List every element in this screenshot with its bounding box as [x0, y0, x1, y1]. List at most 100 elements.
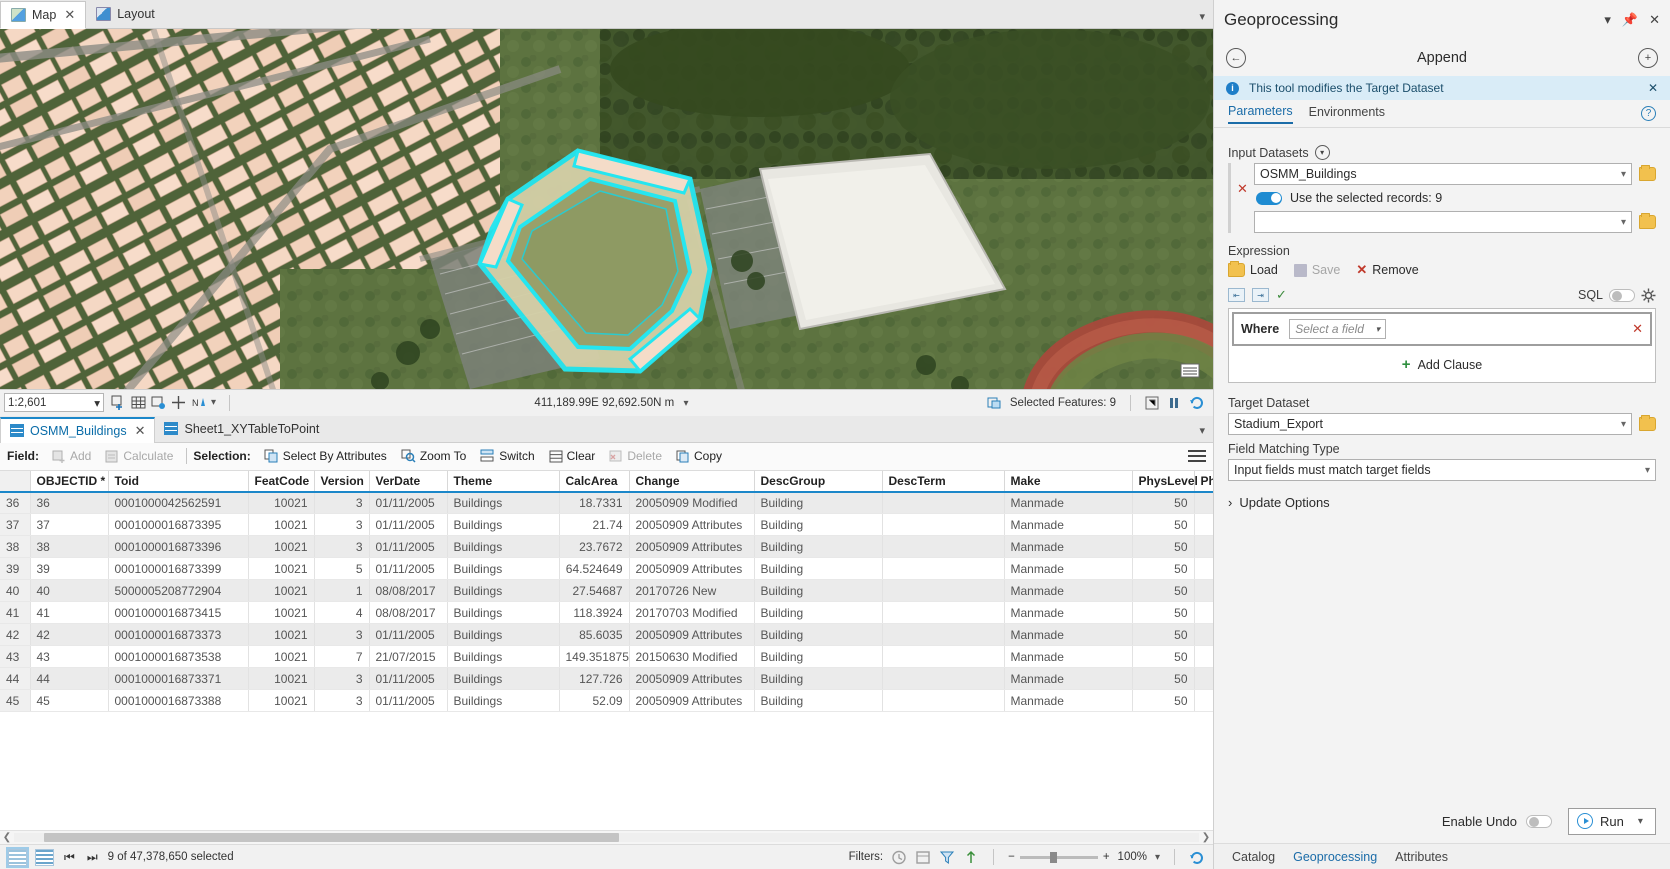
- row-number[interactable]: 44: [0, 668, 30, 690]
- table-cell[interactable]: [1194, 690, 1213, 712]
- table-cell[interactable]: 0001000016873373: [108, 624, 248, 646]
- grid-icon[interactable]: [131, 395, 146, 410]
- table-cell[interactable]: 118.3924: [559, 602, 629, 624]
- switch-selection-button[interactable]: Switch: [473, 449, 541, 463]
- row-number[interactable]: 39: [0, 558, 30, 580]
- table-cell[interactable]: 7: [314, 646, 369, 668]
- input-dataset-combo-empty[interactable]: ▾: [1254, 211, 1632, 233]
- close-icon[interactable]: ✕: [135, 423, 146, 439]
- table-cell[interactable]: Manmade: [1004, 492, 1132, 514]
- add-icon[interactable]: +: [1638, 48, 1658, 68]
- table-cell[interactable]: 50: [1132, 646, 1194, 668]
- filter-clock-icon[interactable]: [891, 850, 907, 865]
- measure-icon[interactable]: [171, 395, 186, 410]
- table-cell[interactable]: 20150630 Modified: [629, 646, 754, 668]
- update-options-expander[interactable]: › Update Options: [1228, 495, 1656, 510]
- table-cell[interactable]: 50: [1132, 580, 1194, 602]
- table-cell[interactable]: 20170726 New: [629, 580, 754, 602]
- table-cell[interactable]: 50: [1132, 536, 1194, 558]
- table-zoom-slider[interactable]: − +: [1008, 851, 1109, 863]
- table-cell[interactable]: 20050909 Attributes: [629, 514, 754, 536]
- table-cell[interactable]: 37: [30, 514, 108, 536]
- table-cell[interactable]: 3: [314, 492, 369, 514]
- add-field-button[interactable]: Add: [45, 449, 98, 463]
- table-cell[interactable]: Building: [754, 668, 882, 690]
- pause-drawing-icon[interactable]: [1167, 396, 1181, 410]
- use-selected-records-toggle[interactable]: [1256, 192, 1282, 205]
- table-cell[interactable]: 5000005208772904: [108, 580, 248, 602]
- table-row[interactable]: 3737000100001687339510021301/11/2005Buil…: [0, 514, 1213, 536]
- column-header-objectid[interactable]: OBJECTID *: [30, 471, 108, 492]
- table-cell[interactable]: 45: [30, 690, 108, 712]
- zoom-to-button[interactable]: Zoom To: [394, 449, 473, 463]
- table-cell[interactable]: Buildings: [447, 690, 559, 712]
- table-cell[interactable]: 3: [314, 668, 369, 690]
- add-clause-button[interactable]: + Add Clause: [1229, 349, 1655, 382]
- table-cell[interactable]: Building: [754, 580, 882, 602]
- table-cell[interactable]: 01/11/2005: [369, 668, 447, 690]
- add-bookmark-icon[interactable]: [111, 395, 126, 410]
- table-cell[interactable]: [1194, 514, 1213, 536]
- table-cell[interactable]: [882, 536, 1004, 558]
- table-row[interactable]: 3838000100001687339610021301/11/2005Buil…: [0, 536, 1213, 558]
- table-horizontal-scrollbar[interactable]: ❮ ❯: [0, 830, 1213, 844]
- table-row[interactable]: 3636000100004256259110021301/11/2005Buil…: [0, 492, 1213, 514]
- select-by-attributes-button[interactable]: Select By Attributes: [257, 449, 394, 463]
- column-header-theme[interactable]: Theme: [447, 471, 559, 492]
- table-cell[interactable]: 0001000016873399: [108, 558, 248, 580]
- table-tab-sheet1-xytabletopoint[interactable]: Sheet1_XYTableToPoint: [155, 416, 328, 442]
- table-cell[interactable]: 10021: [248, 624, 314, 646]
- table-cell[interactable]: [1194, 580, 1213, 602]
- table-cell[interactable]: Buildings: [447, 492, 559, 514]
- table-cell[interactable]: Manmade: [1004, 536, 1132, 558]
- table-cell[interactable]: Buildings: [447, 624, 559, 646]
- table-cell[interactable]: [1194, 668, 1213, 690]
- table-cell[interactable]: 08/08/2017: [369, 580, 447, 602]
- table-tab-osmm-buildings[interactable]: OSMM_Buildings ✕: [0, 417, 155, 443]
- table-cell[interactable]: 41: [30, 602, 108, 624]
- table-cell[interactable]: Manmade: [1004, 602, 1132, 624]
- gear-icon[interactable]: [1641, 288, 1656, 303]
- table-cell[interactable]: [882, 580, 1004, 602]
- table-cell[interactable]: 50: [1132, 602, 1194, 624]
- table-cell[interactable]: Buildings: [447, 602, 559, 624]
- calculate-field-button[interactable]: Calculate: [98, 449, 180, 463]
- table-cell[interactable]: Manmade: [1004, 624, 1132, 646]
- table-cell[interactable]: 10021: [248, 602, 314, 624]
- table-cell[interactable]: Building: [754, 558, 882, 580]
- table-cell[interactable]: Building: [754, 624, 882, 646]
- run-button[interactable]: Run ▾: [1568, 808, 1656, 835]
- table-cell[interactable]: 10021: [248, 580, 314, 602]
- attribute-table[interactable]: OBJECTID *ToidFeatCodeVersionVerDateThem…: [0, 471, 1213, 831]
- column-header-physlevel[interactable]: PhysLevel: [1132, 471, 1194, 492]
- table-cell[interactable]: 39: [30, 558, 108, 580]
- table-cell[interactable]: 40: [30, 580, 108, 602]
- column-header-descterm[interactable]: DescTerm: [882, 471, 1004, 492]
- table-cell[interactable]: 50: [1132, 624, 1194, 646]
- table-cell[interactable]: [1194, 646, 1213, 668]
- table-cell[interactable]: 20050909 Attributes: [629, 536, 754, 558]
- row-number[interactable]: 36: [0, 492, 30, 514]
- table-cell[interactable]: 10021: [248, 668, 314, 690]
- tab-catalog[interactable]: Catalog: [1232, 850, 1275, 864]
- filter-sort-icon[interactable]: [963, 850, 979, 865]
- table-cell[interactable]: 08/08/2017: [369, 602, 447, 624]
- row-number[interactable]: 43: [0, 646, 30, 668]
- tab-geoprocessing[interactable]: Geoprocessing: [1293, 850, 1377, 864]
- table-cell[interactable]: 50: [1132, 558, 1194, 580]
- chevron-down-icon[interactable]: ▾: [1199, 10, 1205, 23]
- remove-input-icon[interactable]: ✕: [1237, 163, 1248, 197]
- table-cell[interactable]: 3: [314, 514, 369, 536]
- table-cell[interactable]: Building: [754, 690, 882, 712]
- table-cell[interactable]: 01/11/2005: [369, 492, 447, 514]
- zoom-thumb[interactable]: [1050, 852, 1057, 863]
- chevron-down-icon[interactable]: ▾: [683, 398, 688, 409]
- table-cell[interactable]: Buildings: [447, 536, 559, 558]
- table-row[interactable]: 4242000100001687337310021301/11/2005Buil…: [0, 624, 1213, 646]
- filter-extent-icon[interactable]: [915, 850, 931, 865]
- column-header-verdate[interactable]: VerDate: [369, 471, 447, 492]
- table-cell[interactable]: 0001000016873371: [108, 668, 248, 690]
- enable-undo-toggle[interactable]: [1526, 815, 1552, 828]
- table-cell[interactable]: 149.351875: [559, 646, 629, 668]
- zoom-out-icon[interactable]: −: [1008, 851, 1015, 863]
